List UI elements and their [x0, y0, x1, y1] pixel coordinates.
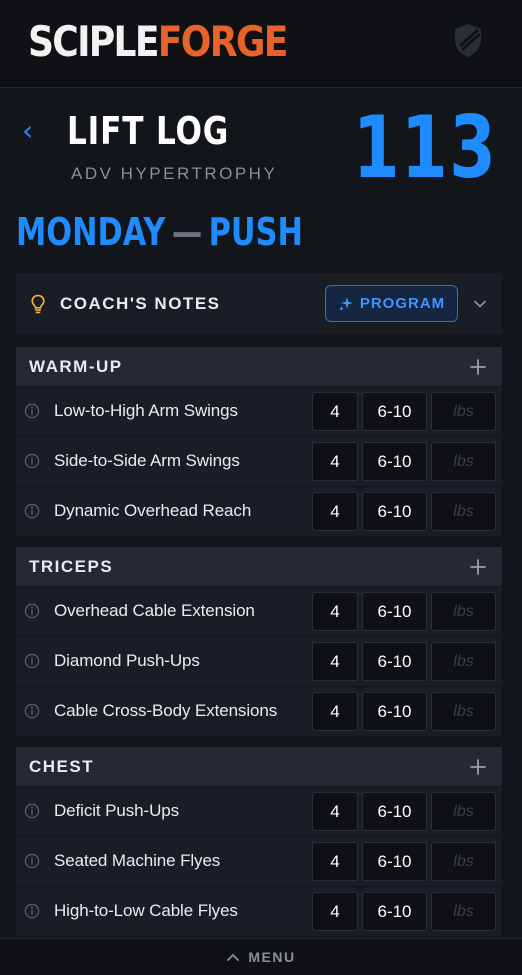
exercise-name[interactable]: Diamond Push-Ups — [54, 650, 200, 672]
add-exercise-plus-icon[interactable] — [468, 557, 488, 577]
exercise-name[interactable]: Overhead Cable Extension — [54, 600, 255, 622]
exercise-name[interactable]: Low-to-High Arm Swings — [54, 400, 238, 422]
section-title: WARM-UP — [29, 357, 123, 376]
day-separator: — — [171, 210, 203, 254]
exercise-name[interactable]: High-to-Low Cable Flyes — [54, 900, 238, 922]
section-chest: CHEST Deficit Push-Ups 4 6-10 lbs Seated Mach… — [16, 747, 502, 936]
info-icon[interactable] — [24, 453, 40, 469]
sets-input[interactable]: 4 — [312, 692, 358, 731]
section-header: CHEST — [16, 747, 502, 787]
info-icon[interactable] — [24, 903, 40, 919]
coach-notes-label: COACH'S NOTES — [60, 294, 221, 313]
sets-input[interactable]: 4 — [312, 892, 358, 931]
info-icon[interactable] — [24, 703, 40, 719]
day-heading: MONDAY — PUSH — [16, 208, 303, 256]
exercise-row[interactable]: Overhead Cable Extension 4 6-10 lbs — [16, 586, 502, 635]
sparkle-icon — [338, 296, 353, 311]
sets-input[interactable]: 4 — [312, 642, 358, 681]
reps-input[interactable]: 6-10 — [362, 492, 427, 531]
exercise-row[interactable]: Dynamic Overhead Reach 4 6-10 lbs — [16, 486, 502, 535]
sets-input[interactable]: 4 — [312, 492, 358, 531]
reps-input[interactable]: 6-10 — [362, 592, 427, 631]
lightbulb-icon — [31, 294, 45, 314]
exercise-row[interactable]: Seated Machine Flyes 4 6-10 lbs — [16, 836, 502, 885]
sets-input[interactable]: 4 — [312, 442, 358, 481]
section-header: WARM-UP — [16, 347, 502, 387]
weight-input[interactable]: lbs — [431, 642, 496, 681]
exercise-row[interactable]: Cable Cross-Body Extensions 4 6-10 lbs — [16, 686, 502, 735]
weight-input[interactable]: lbs — [431, 442, 496, 481]
section-triceps: TRICEPS Overhead Cable Extension 4 6-10 lbs D… — [16, 547, 502, 736]
sets-input[interactable]: 4 — [312, 842, 358, 881]
exercise-row[interactable]: High-to-Low Cable Flyes 4 6-10 lbs — [16, 886, 502, 935]
sets-input[interactable]: 4 — [312, 392, 358, 431]
logo-part-1: SCIPLE — [28, 17, 160, 66]
program-button-label: PROGRAM — [359, 295, 446, 312]
brand-logo[interactable]: SCIPLEFORGE — [28, 17, 289, 66]
chevron-down-icon[interactable] — [471, 295, 489, 313]
sets-input[interactable]: 4 — [312, 792, 358, 831]
sets-input[interactable]: 4 — [312, 592, 358, 631]
back-chevron-icon[interactable]: ‹ — [22, 116, 46, 146]
reps-input[interactable]: 6-10 — [362, 642, 427, 681]
program-subtitle: ADV HYPERTROPHY — [71, 164, 278, 183]
info-icon[interactable] — [24, 803, 40, 819]
shield-icon[interactable] — [448, 20, 488, 60]
info-icon[interactable] — [24, 653, 40, 669]
info-icon[interactable] — [24, 853, 40, 869]
menu-label: MENU — [248, 949, 296, 965]
reps-input[interactable]: 6-10 — [362, 892, 427, 931]
weight-input[interactable]: lbs — [431, 392, 496, 431]
logo-part-2: FORGE — [157, 17, 289, 66]
reps-input[interactable]: 6-10 — [362, 792, 427, 831]
exercise-name[interactable]: Dynamic Overhead Reach — [54, 500, 251, 522]
weight-input[interactable]: lbs — [431, 592, 496, 631]
top-bar: SCIPLEFORGE — [0, 0, 522, 88]
reps-input[interactable]: 6-10 — [362, 442, 427, 481]
menu-bar[interactable]: MENU — [0, 938, 522, 975]
section-title: CHEST — [29, 757, 95, 776]
weight-input[interactable]: lbs — [431, 842, 496, 881]
reps-input[interactable]: 6-10 — [362, 842, 427, 881]
add-exercise-plus-icon[interactable] — [468, 757, 488, 777]
coach-notes-bar[interactable]: COACH'S NOTES PROGRAM — [16, 273, 502, 335]
program-button[interactable]: PROGRAM — [325, 285, 458, 322]
info-icon[interactable] — [24, 403, 40, 419]
weight-input[interactable]: lbs — [431, 792, 496, 831]
section-warm-up: WARM-UP Low-to-High Arm Swings 4 6-10 lbs Sid… — [16, 347, 502, 536]
exercise-row[interactable]: Deficit Push-Ups 4 6-10 lbs — [16, 786, 502, 835]
exercise-name[interactable]: Cable Cross-Body Extensions — [54, 700, 277, 722]
exercise-name[interactable]: Seated Machine Flyes — [54, 850, 220, 872]
chevron-up-icon — [227, 953, 240, 961]
exercise-row[interactable]: Low-to-High Arm Swings 4 6-10 lbs — [16, 386, 502, 435]
add-exercise-plus-icon[interactable] — [468, 357, 488, 377]
weight-input[interactable]: lbs — [431, 892, 496, 931]
exercise-row[interactable]: Side-to-Side Arm Swings 4 6-10 lbs — [16, 436, 502, 485]
section-header: TRICEPS — [16, 547, 502, 587]
reps-input[interactable]: 6-10 — [362, 692, 427, 731]
day-count: 113 — [353, 98, 498, 198]
day-focus: PUSH — [208, 210, 303, 254]
section-title: TRICEPS — [29, 557, 114, 576]
exercise-name[interactable]: Deficit Push-Ups — [54, 800, 179, 822]
weight-input[interactable]: lbs — [431, 692, 496, 731]
day-name: MONDAY — [16, 210, 166, 254]
info-icon[interactable] — [24, 503, 40, 519]
exercise-name[interactable]: Side-to-Side Arm Swings — [54, 450, 240, 472]
page-title: LIFT LOG — [67, 109, 230, 153]
info-icon[interactable] — [24, 603, 40, 619]
exercise-row[interactable]: Diamond Push-Ups 4 6-10 lbs — [16, 636, 502, 685]
weight-input[interactable]: lbs — [431, 492, 496, 531]
reps-input[interactable]: 6-10 — [362, 392, 427, 431]
